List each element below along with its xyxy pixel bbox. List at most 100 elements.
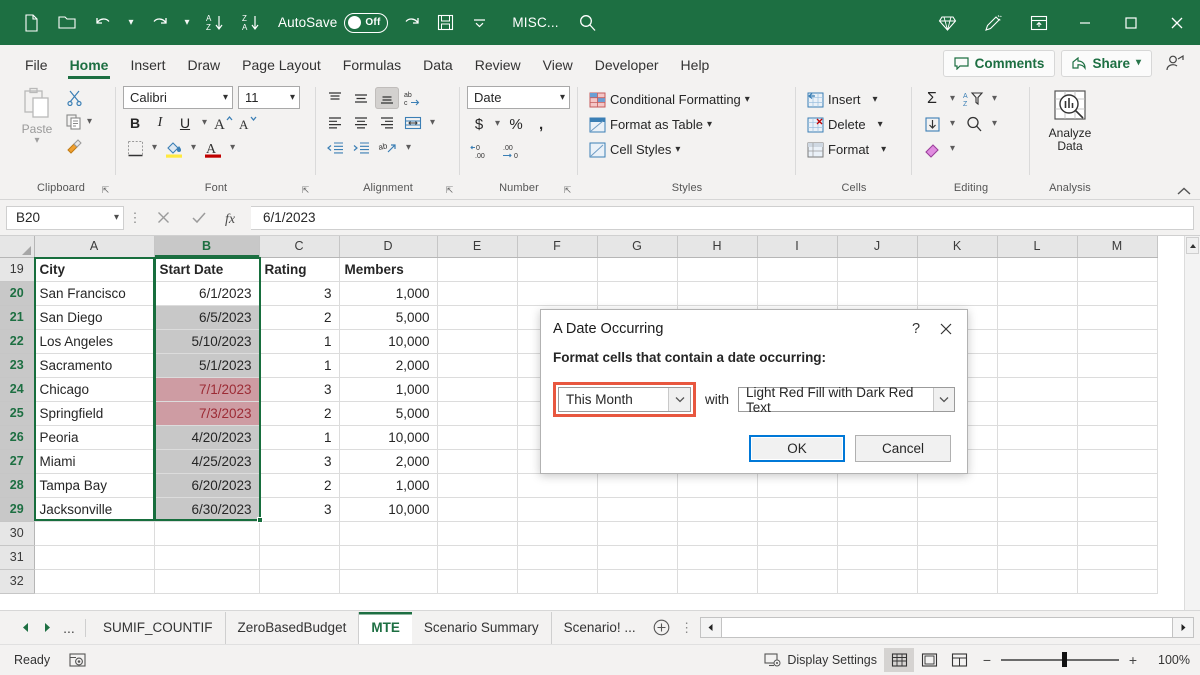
zoom-in-button[interactable]: +: [1126, 652, 1140, 668]
cell-K32[interactable]: [917, 569, 997, 593]
cell-styles-button[interactable]: Cell Styles ▾: [585, 138, 684, 161]
cell-J20[interactable]: [837, 281, 917, 305]
row-header-26[interactable]: 26: [0, 425, 34, 449]
column-header-G[interactable]: G: [597, 236, 677, 257]
cell-F31[interactable]: [517, 545, 597, 569]
autosave-toggle[interactable]: Off: [344, 13, 388, 33]
cell-C29[interactable]: 3: [259, 497, 339, 521]
format-cells-button[interactable]: Format ▾: [803, 138, 890, 161]
row-header-19[interactable]: 19: [0, 257, 34, 281]
format-dropdown-icon[interactable]: ▾: [881, 145, 886, 155]
sort-az-icon[interactable]: AZ: [198, 8, 232, 38]
cell-M20[interactable]: [1077, 281, 1157, 305]
cell-B22[interactable]: 5/10/2023: [154, 329, 259, 353]
column-header-I[interactable]: I: [757, 236, 837, 257]
record-macro-icon[interactable]: [62, 648, 93, 672]
cell-G31[interactable]: [597, 545, 677, 569]
cell-L29[interactable]: [997, 497, 1077, 521]
page-break-view-icon[interactable]: [944, 648, 974, 672]
find-select-button[interactable]: [960, 113, 988, 135]
cell-E32[interactable]: [437, 569, 517, 593]
cell-J32[interactable]: [837, 569, 917, 593]
cell-K20[interactable]: [917, 281, 997, 305]
cell-D19[interactable]: Members: [339, 257, 437, 281]
paste-dropdown-icon[interactable]: ▾: [34, 136, 39, 146]
number-dialog-launcher[interactable]: ⇱: [561, 184, 574, 197]
new-file-icon[interactable]: [14, 8, 48, 38]
bold-button[interactable]: B: [123, 112, 147, 134]
add-sheet-icon[interactable]: [648, 619, 676, 636]
cell-B19[interactable]: Start Date: [154, 257, 259, 281]
ribbon-display-options-icon[interactable]: [1016, 0, 1062, 45]
clear-dropdown-icon[interactable]: ▾: [945, 144, 960, 154]
percent-format-button[interactable]: %: [504, 113, 528, 135]
name-box[interactable]: B20 ▾: [6, 206, 124, 230]
row-header-32[interactable]: 32: [0, 569, 34, 593]
cell-J29[interactable]: [837, 497, 917, 521]
cell-B25[interactable]: 7/3/2023: [154, 401, 259, 425]
font-color-dropdown-icon[interactable]: ▾: [226, 143, 239, 153]
save-icon[interactable]: [428, 8, 462, 38]
cell-A24[interactable]: Chicago: [34, 377, 154, 401]
cell-M27[interactable]: [1077, 449, 1157, 473]
cell-L22[interactable]: [997, 329, 1077, 353]
cell-E22[interactable]: [437, 329, 517, 353]
sheet-tab-sumif-countif[interactable]: SUMIF_COUNTIF: [91, 612, 226, 644]
cell-A23[interactable]: Sacramento: [34, 353, 154, 377]
cell-M19[interactable]: [1077, 257, 1157, 281]
cell-E21[interactable]: [437, 305, 517, 329]
cell-A27[interactable]: Miami: [34, 449, 154, 473]
cell-L19[interactable]: [997, 257, 1077, 281]
cell-D20[interactable]: 1,000: [339, 281, 437, 305]
cell-K30[interactable]: [917, 521, 997, 545]
cancel-icon[interactable]: [146, 205, 181, 231]
cell-M21[interactable]: [1077, 305, 1157, 329]
delete-dropdown-icon[interactable]: ▾: [878, 120, 883, 130]
format-as-table-dropdown-icon[interactable]: ▾: [707, 120, 712, 130]
cell-D31[interactable]: [339, 545, 437, 569]
cell-F20[interactable]: [517, 281, 597, 305]
cell-F19[interactable]: [517, 257, 597, 281]
autosum-dropdown-icon[interactable]: ▾: [945, 94, 960, 104]
font-name-dropdown-icon[interactable]: ▾: [223, 93, 228, 103]
cell-G20[interactable]: [597, 281, 677, 305]
cell-M29[interactable]: [1077, 497, 1157, 521]
search-icon[interactable]: [571, 8, 605, 38]
cell-D28[interactable]: 1,000: [339, 473, 437, 497]
format-as-table-button[interactable]: Format as Table ▾: [585, 113, 716, 136]
tab-data[interactable]: Data: [412, 51, 464, 80]
wrap-text-button[interactable]: abc: [401, 87, 425, 109]
cell-E19[interactable]: [437, 257, 517, 281]
font-size-dropdown-icon[interactable]: ▾: [290, 93, 295, 103]
column-header-C[interactable]: C: [259, 236, 339, 257]
conditional-formatting-dropdown-icon[interactable]: ▾: [745, 95, 750, 105]
normal-view-icon[interactable]: [884, 648, 914, 672]
cell-I30[interactable]: [757, 521, 837, 545]
name-box-dropdown-icon[interactable]: ▾: [114, 213, 119, 223]
tab-formulas[interactable]: Formulas: [332, 51, 412, 80]
decrease-decimal-button[interactable]: .000: [497, 139, 524, 161]
cell-B30[interactable]: [154, 521, 259, 545]
cancel-button[interactable]: Cancel: [855, 435, 951, 462]
cell-F30[interactable]: [517, 521, 597, 545]
occurrence-select[interactable]: This Month: [558, 387, 691, 412]
tab-insert[interactable]: Insert: [119, 51, 176, 80]
cell-H20[interactable]: [677, 281, 757, 305]
clear-button[interactable]: [919, 138, 945, 160]
cell-M23[interactable]: [1077, 353, 1157, 377]
cell-C19[interactable]: Rating: [259, 257, 339, 281]
cell-A25[interactable]: Springfield: [34, 401, 154, 425]
align-top-button[interactable]: [323, 87, 347, 109]
cell-L30[interactable]: [997, 521, 1077, 545]
cell-B24[interactable]: 7/1/2023: [154, 377, 259, 401]
qat-customize-icon[interactable]: [462, 8, 496, 38]
cell-E25[interactable]: [437, 401, 517, 425]
cell-K28[interactable]: [917, 473, 997, 497]
cell-H28[interactable]: [677, 473, 757, 497]
cell-D25[interactable]: 5,000: [339, 401, 437, 425]
format-select[interactable]: Light Red Fill with Dark Red Text: [738, 387, 955, 412]
cell-A30[interactable]: [34, 521, 154, 545]
zoom-track[interactable]: [1001, 659, 1119, 661]
column-header-B[interactable]: B: [154, 236, 259, 257]
row-header-31[interactable]: 31: [0, 545, 34, 569]
